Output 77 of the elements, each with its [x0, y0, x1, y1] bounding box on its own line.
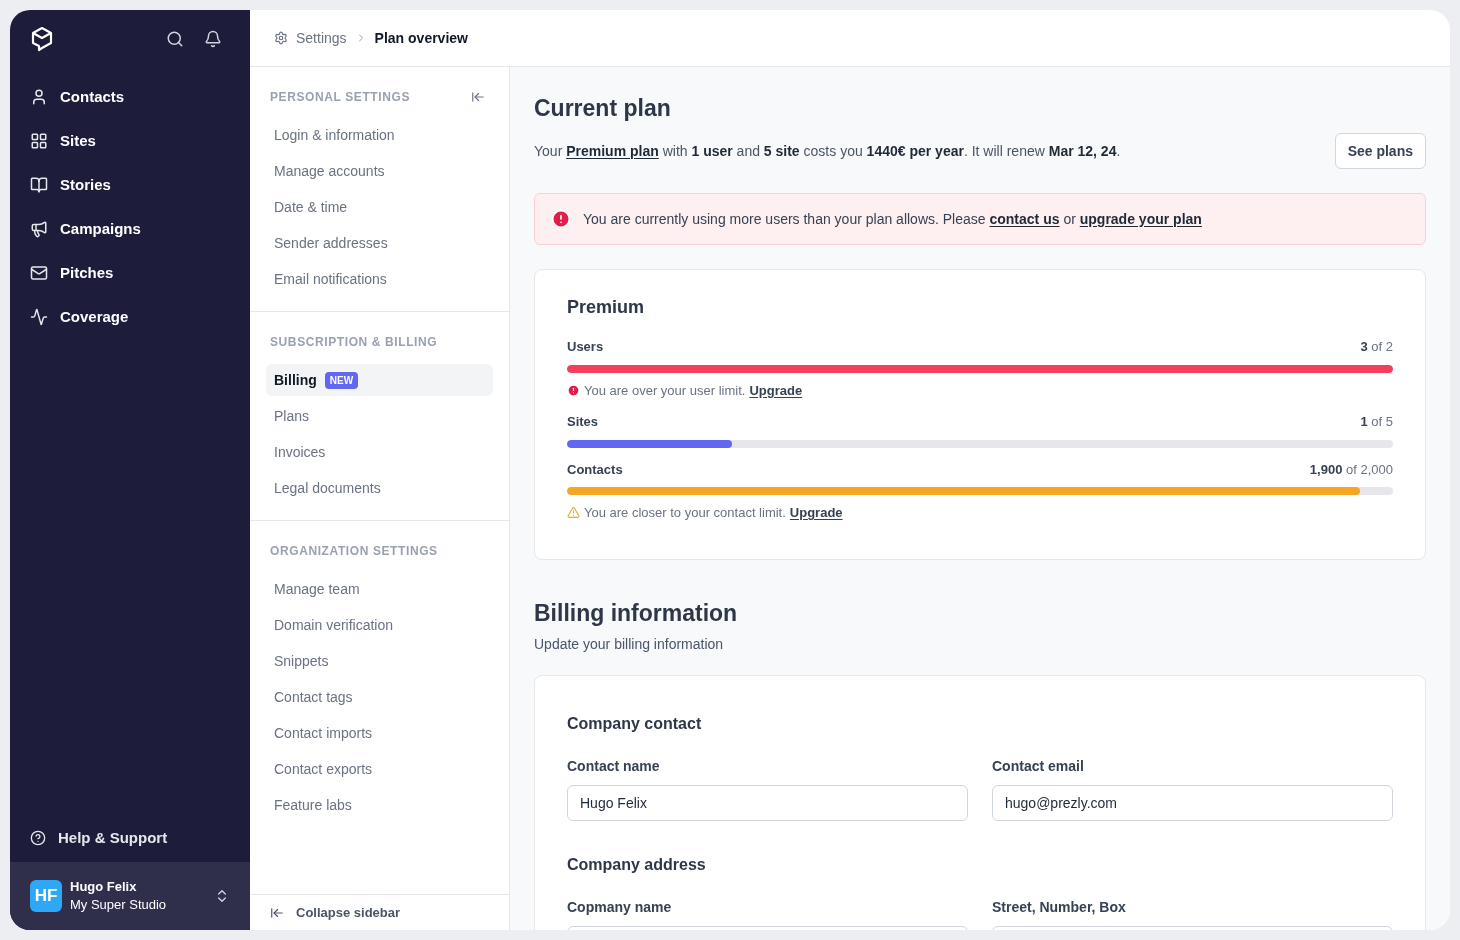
new-badge: NEW — [324, 371, 359, 389]
section-heading: SUBSCRIPTION & BILLING — [270, 334, 438, 351]
help-icon — [30, 830, 46, 846]
settings-nav-item[interactable]: Contact exports — [266, 753, 493, 785]
field-label: Street, Number, Box — [992, 897, 1127, 917]
meter-count: 1,900 of 2,000 — [1309, 460, 1393, 479]
settings-nav-item[interactable]: Login & information — [266, 119, 493, 151]
settings-nav-item[interactable]: Date & time — [266, 191, 493, 223]
settings-nav-item[interactable]: Feature labs — [266, 789, 493, 821]
nav-item[interactable]: Stories — [22, 163, 238, 207]
collapse-icon[interactable] — [471, 90, 485, 104]
section-heading: ORGANIZATION SETTINGS — [270, 543, 438, 560]
breadcrumb-current: Plan overview — [374, 28, 468, 48]
help-link[interactable]: Help & Support — [10, 814, 250, 862]
settings-nav-item[interactable]: Contact imports — [266, 717, 493, 749]
collapse-sidebar-button[interactable]: Collapse sidebar — [250, 894, 509, 930]
settings-nav-item[interactable]: Domain verification — [266, 609, 493, 641]
field-label: Contact email — [992, 756, 1085, 776]
nav-item[interactable]: Campaigns — [22, 207, 238, 251]
nav-item[interactable]: Coverage — [22, 295, 238, 339]
text-field[interactable]: hugo@prezly.com — [992, 784, 1393, 821]
alert-link[interactable]: upgrade your plan — [1079, 210, 1202, 227]
nav-item[interactable]: Sites — [22, 119, 238, 163]
settings-nav-item[interactable]: Manage accounts — [266, 155, 493, 187]
search-icon[interactable] — [166, 29, 184, 48]
alert-message: You are currently using more users than your plan allows. Please contact us or upgrade your plan — [583, 209, 1202, 229]
meter-label: Sites — [567, 413, 599, 431]
alert-icon — [551, 209, 571, 229]
book-icon — [30, 176, 48, 194]
form-section-title: Company address — [567, 854, 707, 875]
form-section-title: Company contact — [567, 713, 703, 734]
envelope-icon — [30, 264, 48, 282]
meter-count: 1 of 5 — [1360, 413, 1393, 431]
meter-count: 3 of 2 — [1360, 338, 1393, 356]
user-name: Hugo Felix — [70, 878, 138, 896]
settings-nav-item[interactable]: Invoices — [266, 436, 493, 468]
card-title: Premium — [567, 296, 646, 319]
settings-nav-item[interactable]: Plans — [266, 400, 493, 432]
settings-nav-item[interactable]: Contact tags — [266, 681, 493, 713]
alert-icon — [567, 383, 580, 397]
grid-icon — [30, 132, 48, 150]
megaphone-icon — [30, 220, 48, 238]
meter-note: You are closer to your contact limit. — [584, 504, 786, 522]
field-label: Contact name — [567, 756, 661, 776]
meter-label: Users — [567, 338, 604, 356]
plan-link[interactable]: Premium plan — [566, 142, 659, 159]
nav-item[interactable]: Pitches — [22, 251, 238, 295]
bell-icon[interactable] — [204, 29, 222, 48]
section-heading: PERSONAL SETTINGS — [270, 89, 410, 106]
nav-item[interactable]: Contacts — [22, 75, 238, 119]
warning-icon — [567, 506, 580, 520]
settings-nav-item[interactable]: Legal documents — [266, 472, 493, 504]
page-title: Current plan — [534, 94, 672, 123]
meter-label: Contacts — [567, 460, 623, 479]
settings-nav-item[interactable]: Email notifications — [266, 263, 493, 295]
logo-icon[interactable] — [30, 25, 54, 52]
see-plans-button[interactable]: See plans — [1334, 133, 1426, 169]
settings-nav-item[interactable]: Billing NEW — [266, 364, 493, 396]
settings-nav-item[interactable]: Manage team — [266, 573, 493, 605]
field-label: Copmany name — [567, 897, 673, 917]
upgrade-link[interactable]: Upgrade — [749, 380, 803, 400]
breadcrumb-link[interactable]: Settings — [296, 27, 347, 49]
section-subtitle: Update your billing information — [534, 634, 725, 654]
text-field[interactable]: Hugo Felix — [567, 784, 968, 821]
alert-link[interactable]: contact us — [989, 210, 1060, 227]
settings-nav-item[interactable]: Snippets — [266, 645, 493, 677]
settings-nav-item[interactable]: Sender addresses — [266, 227, 493, 259]
gear-icon — [274, 31, 288, 45]
upgrade-link[interactable]: Upgrade — [789, 503, 843, 523]
person-icon — [30, 88, 48, 106]
meter-note: You are over your user limit. — [584, 381, 746, 400]
section-title: Billing information — [534, 598, 739, 628]
organization-name: My Super Studio — [70, 896, 168, 914]
collapse-icon — [270, 905, 284, 920]
pulse-icon — [30, 308, 48, 326]
avatar: HF — [30, 880, 62, 912]
plan-summary: Your Premium plan with 1 user and 5 site costs you 1440€ per year. It will renew Mar 12, 24. — [534, 141, 1121, 161]
